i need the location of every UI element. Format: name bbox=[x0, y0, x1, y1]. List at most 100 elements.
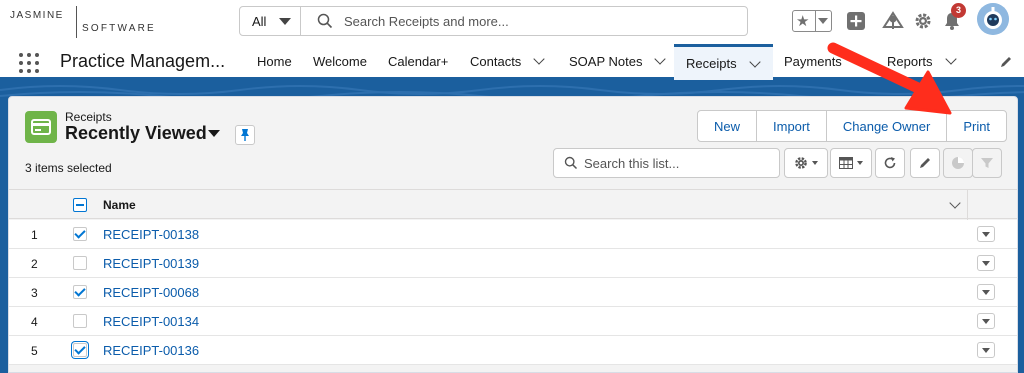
chevron-down-icon[interactable] bbox=[944, 53, 957, 65]
record-link[interactable]: RECEIPT-00136 bbox=[103, 343, 199, 358]
nav-item-label: Receipts bbox=[686, 56, 737, 71]
chevron-down-icon[interactable] bbox=[533, 53, 545, 65]
row-actions-menu[interactable] bbox=[977, 342, 995, 358]
row-number: 1 bbox=[31, 228, 38, 242]
chevron-down-icon[interactable] bbox=[949, 197, 961, 209]
nav-item-soap-notes[interactable]: SOAP Notes bbox=[558, 44, 675, 78]
table-icon bbox=[839, 157, 853, 169]
table-row: 5 RECEIPT-00136 bbox=[9, 336, 1017, 365]
caret-down-icon bbox=[279, 18, 291, 25]
refresh-button[interactable] bbox=[875, 148, 905, 178]
record-link[interactable]: RECEIPT-00138 bbox=[103, 227, 199, 242]
table-row: 2 RECEIPT-00139 bbox=[9, 249, 1017, 278]
receipt-object-icon bbox=[25, 111, 57, 143]
search-scope-select[interactable]: All bbox=[240, 7, 301, 35]
navigation-bar: Practice Managem... Home Welcome Calenda… bbox=[0, 44, 1024, 80]
star-icon: ★ bbox=[796, 13, 810, 30]
row-checkbox[interactable] bbox=[73, 343, 87, 357]
row-actions-menu[interactable] bbox=[977, 255, 995, 271]
chevron-down-icon[interactable] bbox=[748, 55, 761, 68]
display-as-button[interactable] bbox=[830, 148, 872, 178]
nav-item-label: SOAP Notes bbox=[569, 53, 643, 69]
inline-edit-button[interactable] bbox=[910, 148, 940, 178]
nav-item-welcome[interactable]: Welcome bbox=[302, 44, 378, 78]
list-view-switcher-icon[interactable] bbox=[208, 130, 220, 137]
receipt-icon bbox=[31, 119, 51, 135]
favorites-list-icon bbox=[818, 18, 828, 24]
avatar-image bbox=[977, 3, 1009, 35]
row-checkbox[interactable] bbox=[73, 314, 87, 328]
nav-item-home[interactable]: Home bbox=[246, 44, 303, 78]
object-label: Receipts bbox=[65, 110, 112, 124]
row-actions-menu[interactable] bbox=[977, 313, 995, 329]
app-name: Practice Managem... bbox=[60, 51, 226, 71]
list-settings-button[interactable] bbox=[784, 148, 828, 178]
user-avatar[interactable] bbox=[977, 3, 1009, 35]
filter-icon bbox=[981, 158, 993, 168]
nav-item-label: Payments bbox=[784, 53, 842, 69]
logo-line-1: JASMINE bbox=[10, 10, 64, 21]
search-icon bbox=[564, 156, 578, 170]
pencil-icon bbox=[920, 158, 930, 168]
chevron-down-icon[interactable] bbox=[654, 53, 667, 65]
pin-button[interactable] bbox=[235, 125, 255, 145]
table-row: 1 RECEIPT-00138 bbox=[9, 220, 1017, 249]
filters-button[interactable] bbox=[972, 148, 1002, 178]
row-checkbox[interactable] bbox=[73, 256, 87, 270]
row-checkbox[interactable] bbox=[73, 285, 87, 299]
nav-item-payments[interactable]: Payments bbox=[773, 44, 875, 78]
nav-item-label: Reports bbox=[887, 53, 933, 69]
row-number: 3 bbox=[31, 286, 38, 300]
row-number: 5 bbox=[31, 344, 38, 358]
nav-item-label: Home bbox=[257, 53, 292, 69]
column-divider bbox=[967, 190, 968, 220]
favorites-button[interactable]: ★ bbox=[792, 10, 832, 32]
nav-item-label: Calendar+ bbox=[388, 53, 449, 69]
record-link[interactable]: RECEIPT-00068 bbox=[103, 285, 199, 300]
pin-icon bbox=[241, 129, 249, 141]
row-actions-menu[interactable] bbox=[977, 284, 995, 300]
print-button[interactable]: Print bbox=[946, 110, 1008, 142]
table-row: 4 RECEIPT-00134 bbox=[9, 307, 1017, 336]
list-actions: New Import Change Owner Print bbox=[697, 110, 1008, 142]
favorites-divider bbox=[815, 11, 816, 31]
record-link[interactable]: RECEIPT-00134 bbox=[103, 314, 199, 329]
list-view-title[interactable]: Recently Viewed bbox=[65, 123, 207, 144]
caret-down-icon bbox=[812, 161, 818, 165]
charts-button[interactable] bbox=[943, 148, 973, 178]
row-actions-menu[interactable] bbox=[977, 226, 995, 242]
nav-item-label: Welcome bbox=[313, 53, 367, 69]
gear-icon bbox=[795, 157, 807, 169]
caret-down-icon bbox=[857, 161, 863, 165]
items-selected-count: 3 items selected bbox=[25, 161, 112, 175]
app-launcher-icon[interactable] bbox=[19, 53, 39, 73]
pie-chart-icon bbox=[952, 157, 964, 169]
global-search-input[interactable] bbox=[344, 10, 734, 32]
gear-icon[interactable] bbox=[914, 12, 932, 30]
nav-item-receipts[interactable]: Receipts bbox=[674, 44, 773, 80]
select-all-checkbox[interactable] bbox=[73, 198, 87, 212]
global-header: JASMINE SOFTWARE All ★ bbox=[0, 0, 1024, 44]
chevron-down-icon[interactable] bbox=[854, 53, 866, 65]
column-header-name[interactable]: Name bbox=[103, 198, 136, 212]
row-checkbox[interactable] bbox=[73, 227, 87, 241]
list-view-card: Receipts Recently Viewed 3 items selecte… bbox=[8, 96, 1018, 373]
plus-icon[interactable] bbox=[846, 11, 866, 31]
search-scope-label: All bbox=[252, 14, 267, 29]
notification-badge: 3 bbox=[951, 3, 966, 18]
list-search-input[interactable] bbox=[584, 153, 774, 173]
import-button[interactable]: Import bbox=[756, 110, 827, 142]
nav-item-calendar[interactable]: Calendar+ bbox=[377, 44, 459, 78]
new-button[interactable]: New bbox=[697, 110, 758, 142]
record-link[interactable]: RECEIPT-00139 bbox=[103, 256, 199, 271]
table-row: 3 RECEIPT-00068 bbox=[9, 278, 1017, 307]
search-icon bbox=[317, 13, 333, 29]
pencil-icon[interactable] bbox=[999, 55, 1013, 69]
trailhead-icon[interactable] bbox=[882, 11, 904, 31]
logo-divider bbox=[76, 6, 77, 38]
nav-item-contacts[interactable]: Contacts bbox=[459, 44, 554, 78]
nav-item-label: Contacts bbox=[470, 53, 522, 69]
nav-item-reports[interactable]: Reports bbox=[876, 44, 966, 78]
company-logo[interactable]: JASMINE SOFTWARE bbox=[10, 6, 154, 38]
change-owner-button[interactable]: Change Owner bbox=[825, 110, 948, 142]
